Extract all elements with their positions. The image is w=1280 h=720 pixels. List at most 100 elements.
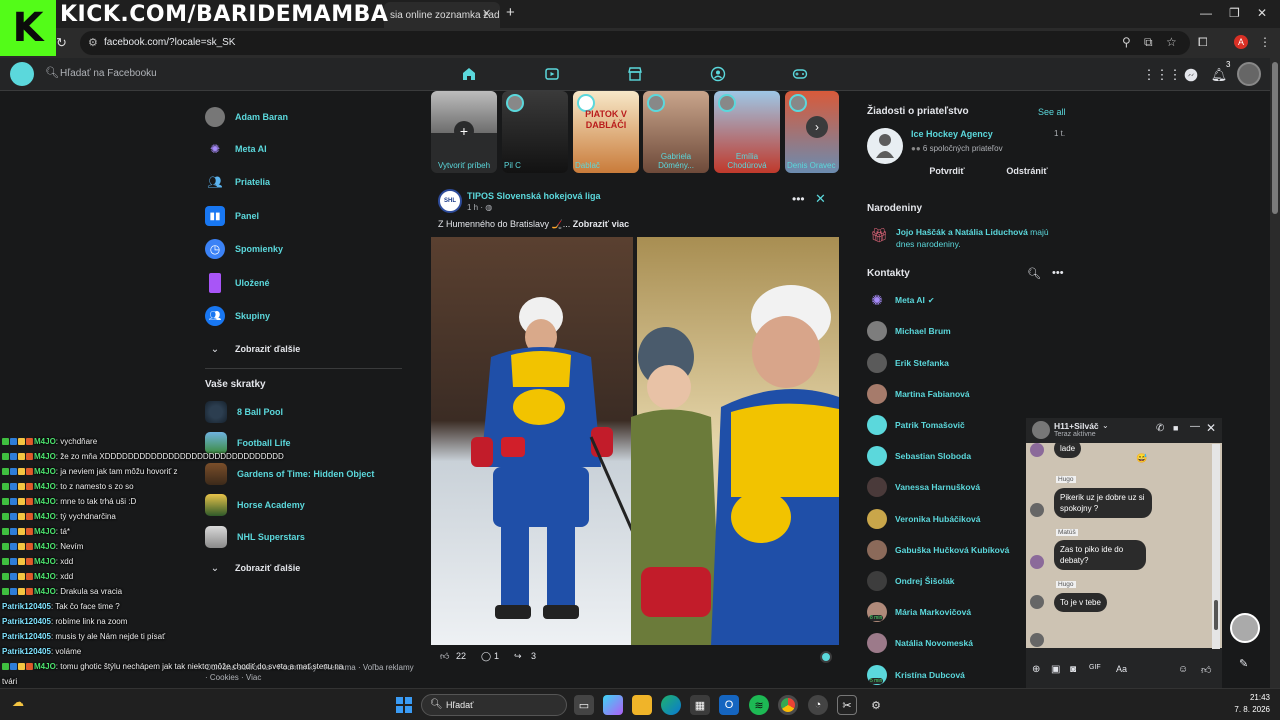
contact-item[interactable]: Vanessa Harnušková [867,476,980,498]
minimize-chat-icon[interactable]: — [1190,421,1200,432]
start-button[interactable] [396,697,412,713]
contact-item[interactable]: Natália Novomeská [867,632,973,654]
nav-item-memories[interactable]: ◷ Spomienky [205,236,283,262]
like-icon[interactable]: 👍︎ [440,651,449,662]
tab-close-icon[interactable]: ✕ [482,7,491,20]
chat-scrollbar-thumb[interactable] [1214,600,1218,630]
install-icon[interactable]: ⧉ [1144,35,1153,50]
contacts-options-icon[interactable]: ••• [1052,267,1064,279]
search-contacts-icon[interactable]: 🔍︎ [1027,267,1041,280]
reload-icon[interactable]: ↻ [56,35,67,51]
chat-username[interactable]: M4JO [34,452,56,461]
chat-username[interactable]: M4JO [34,497,56,506]
post-options-icon[interactable]: ••• [792,192,805,206]
account-avatar[interactable] [1237,62,1261,86]
share-icon[interactable]: ↪ [514,651,522,662]
contact-item[interactable]: ✺ Meta AI ✔ [867,289,935,311]
remove-request-button[interactable]: Odstrániť [992,162,1062,180]
chat-head-avatar[interactable] [1230,613,1260,643]
confirm-request-button[interactable]: Potvrdiť [911,162,983,180]
weather-icon[interactable]: ☁ [12,695,24,709]
chat-username[interactable]: Patrik120405 [2,602,51,611]
chat-username[interactable]: M4JO [34,437,56,446]
nav-item-groups[interactable]: 👥︎ Skupiny [205,303,270,329]
post-hide-icon[interactable]: ✕ [815,191,826,207]
menu-grid-icon[interactable]: ⋮⋮⋮ [1143,65,1182,85]
post-author-avatar[interactable]: SHL [438,189,462,213]
contact-item[interactable]: Gabuška Hučková Kubíková [867,539,1009,561]
reaction-avatar[interactable] [820,651,832,663]
shortcut-item[interactable]: 8 Ball Pool [205,399,283,425]
browser-menu-icon[interactable]: ⋮ [1259,35,1271,49]
create-story-card[interactable]: + Vytvoriť príbeh [431,91,497,173]
nav-item-see-more[interactable]: ⌄ Zobraziť ďalšie [205,336,301,362]
video-call-icon[interactable]: ■ [1173,423,1178,433]
contact-item[interactable]: Martina Fabianová [867,383,970,405]
minimize-icon[interactable]: — [1200,6,1212,20]
outlook-icon[interactable]: O [719,695,739,715]
extensions-icon[interactable]: ⧠ [1198,35,1208,50]
nav-item-friends[interactable]: 👥︎ Priatelia [205,169,270,195]
omnibox[interactable]: ⚙ facebook.com/?locale=sk_SK ⚲ ⧉ ☆ [80,31,1190,55]
snipping-tool-icon[interactable]: ✂ [837,695,857,715]
page-scrollbar-thumb[interactable] [1272,62,1278,214]
chat-avatar[interactable] [1032,421,1050,439]
like-send-icon[interactable]: 👍︎ [1201,664,1211,676]
close-chat-icon[interactable]: ✕ [1206,421,1216,435]
story-card[interactable]: Pil C [502,91,568,173]
contact-item[interactable]: Michael Brum [867,320,951,342]
shortcuts-see-more[interactable]: ⌄ Zobraziť ďalšie [205,555,301,581]
taskbar-search[interactable]: 🔍︎ Hľadať [421,694,567,716]
contact-item[interactable]: Patrik Tomašovič [867,414,965,436]
clock-time[interactable]: 21:43 [1238,693,1270,702]
shortcut-item[interactable]: Gardens of Time: Hidden Object [205,461,374,487]
clock-date[interactable]: 7. 8. 2026 [1226,705,1270,714]
contact-item[interactable]: Mária Markovičová 8 min [867,601,971,623]
file-explorer-icon[interactable] [632,695,652,715]
contact-item[interactable]: Kristína Dubcová 5 min [867,664,965,686]
post-author-name[interactable]: TIPOS Slovenská hokejová liga [467,191,601,201]
chat-username[interactable]: Patrik120405 [2,617,51,626]
nav-item-saved[interactable]: Uložené [205,270,270,296]
settings-icon[interactable]: ⚙ [866,695,886,715]
contact-item[interactable]: Veronika Hubáčiková [867,508,981,530]
emoji-icon[interactable]: ☺ [1178,664,1188,675]
photo-icon[interactable]: ▣ [1051,664,1060,675]
groups-nav-icon[interactable] [708,64,728,84]
gaming-icon[interactable] [790,64,810,84]
nav-item-dashboard[interactable]: ▮▮ Panel [205,203,259,229]
contact-item[interactable]: Erik Stefanka [867,352,949,374]
chat-username[interactable]: M4JO [34,557,56,566]
post-image[interactable] [431,237,839,645]
friend-request-name[interactable]: Ice Hockey Agency [911,129,993,139]
gif-icon[interactable]: GIF [1089,664,1101,671]
see-all-link[interactable]: See all [1038,107,1066,117]
profile-avatar[interactable]: A [1234,35,1248,49]
story-card[interactable]: Gabriela Dömény... [643,91,709,173]
task-view-icon[interactable]: ▭ [574,695,594,715]
chat-username[interactable]: M4JO [34,662,56,671]
contact-item[interactable]: Ondrej Šišolák [867,570,955,592]
shortcut-item[interactable]: NHL Superstars [205,524,305,550]
sticker-icon[interactable]: ◙ [1070,664,1076,675]
bookmark-star-icon[interactable]: ☆ [1166,35,1177,49]
friend-request-avatar[interactable] [867,128,903,164]
app-icon[interactable]: ◔ [808,695,828,715]
stories-next-button[interactable]: › [806,116,828,138]
chat-username[interactable]: M4JO [34,542,56,551]
facebook-search-input[interactable]: 🔍︎ Hľadať na Facebooku [40,62,240,86]
chat-username[interactable]: Patrik120405 [2,632,51,641]
spotify-icon[interactable]: ≋ [749,695,769,715]
copilot-icon[interactable] [603,695,623,715]
maximize-icon[interactable]: ❐ [1229,6,1240,20]
new-tab-icon[interactable]: + [506,4,515,21]
comment-icon[interactable]: ◯ [481,651,491,662]
store-icon[interactable]: ▦ [690,695,710,715]
chat-title[interactable]: H11+Silváč [1054,421,1099,431]
url-text[interactable]: facebook.com/?locale=sk_SK [104,37,235,48]
window-close-icon[interactable]: ✕ [1257,6,1267,20]
chat-username[interactable]: M4JO [34,467,56,476]
marketplace-icon[interactable] [625,64,645,84]
chevron-down-icon[interactable]: ⌄ [1102,421,1109,430]
edge-icon[interactable] [661,695,681,715]
